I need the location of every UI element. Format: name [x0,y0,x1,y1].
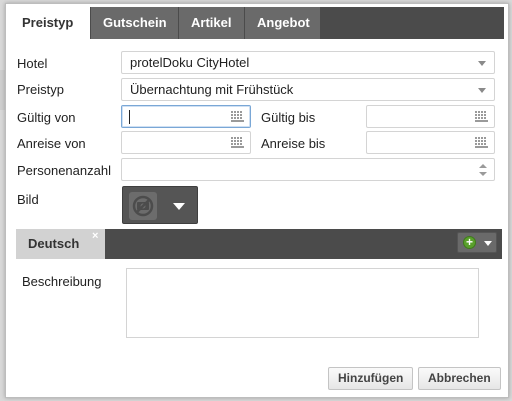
tab-artikel[interactable]: Artikel [179,7,245,39]
personenanzahl-input[interactable] [121,158,495,181]
chevron-down-icon [478,88,486,93]
tab-deutsch-label: Deutsch [28,236,80,251]
gueltig-von-input[interactable] [121,105,251,128]
preistyp-select[interactable]: Übernachtung mit Frühstück [121,78,495,101]
anreise-von-label: Anreise von [17,136,86,151]
edit-price-type-dialog: Preistyp Gutschein Artikel Angebot Hotel… [5,3,509,398]
spinner-icon[interactable] [479,163,487,177]
close-icon[interactable]: × [92,230,98,242]
anreise-bis-input[interactable] [366,131,495,154]
gueltig-von-label: Gültig von [17,110,76,125]
cancel-button[interactable]: Abbrechen [418,367,501,390]
hotel-select[interactable]: protelDoku CityHotel [121,51,495,74]
image-picker-button[interactable] [122,186,198,224]
text-cursor [129,110,130,124]
gueltig-bis-input[interactable] [366,105,495,128]
image-thumbnail [129,192,157,220]
bild-label: Bild [17,192,39,207]
add-button[interactable]: Hinzufügen [328,367,414,390]
tab-deutsch[interactable]: Deutsch × [16,229,105,259]
hotel-label: Hotel [17,56,48,71]
add-icon: + [463,236,476,249]
add-language-button[interactable]: + [457,232,497,253]
beschreibung-label: Beschreibung [22,274,102,289]
calendar-icon[interactable] [475,137,488,148]
calendar-icon[interactable] [231,111,244,122]
tab-gutschein[interactable]: Gutschein [91,7,179,39]
chevron-down-icon [484,241,492,246]
language-tab-bar: Deutsch × + [16,229,502,259]
beschreibung-textarea[interactable] [126,268,479,338]
anreise-von-input[interactable] [121,131,251,154]
main-tab-bar: Preistyp Gutschein Artikel Angebot [10,7,504,39]
hotel-value: protelDoku CityHotel [130,55,250,70]
chevron-down-icon [478,61,486,66]
personenanzahl-label: Personenanzahl [17,163,111,178]
tab-preistyp[interactable]: Preistyp [10,7,91,39]
anreise-bis-label: Anreise bis [261,136,326,151]
calendar-icon[interactable] [231,137,244,148]
chevron-down-icon [173,203,185,210]
calendar-icon[interactable] [475,111,488,122]
preistyp-value: Übernachtung mit Frühstück [130,82,294,97]
tab-angebot[interactable]: Angebot [245,7,321,39]
gueltig-bis-label: Gültig bis [261,110,316,125]
preistyp-label: Preistyp [17,82,64,97]
no-image-icon [132,195,154,217]
